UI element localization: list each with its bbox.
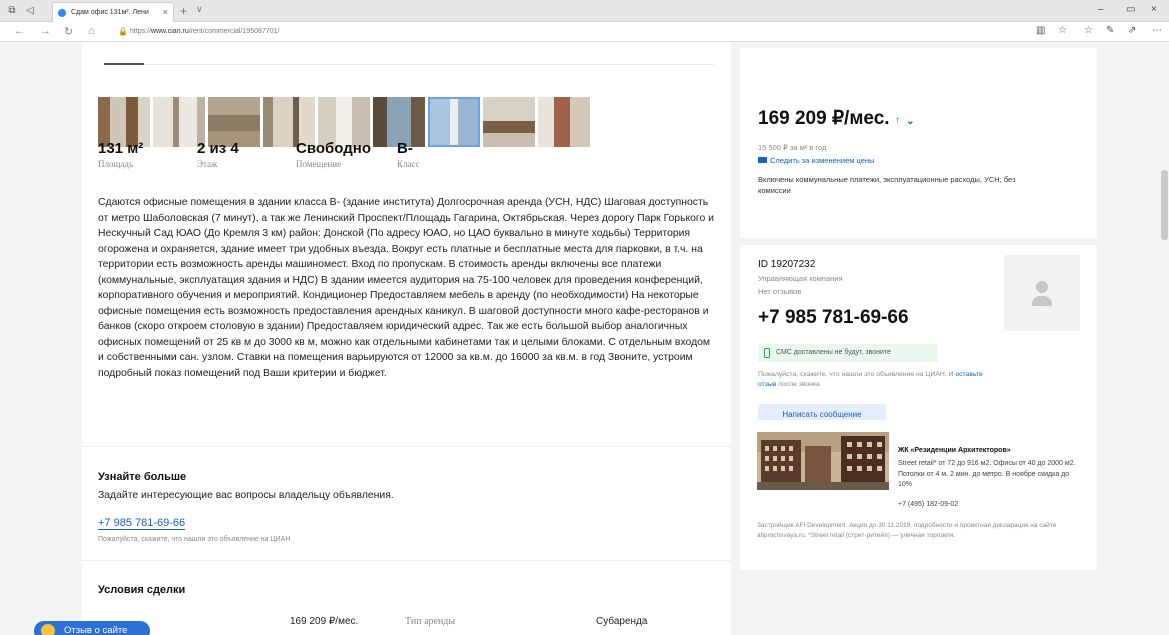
sms-notice: СМС доставлены не будут, звоните [758, 344, 938, 362]
agent-role: Управляющая компания [758, 274, 843, 283]
stat-floor-label: Этаж [197, 159, 218, 169]
refresh-icon[interactable]: ↻ [64, 25, 73, 38]
ad-building-image [757, 432, 889, 490]
home-icon[interactable]: ⌂ [88, 25, 95, 37]
new-tab-icon[interactable]: + [180, 4, 187, 18]
learn-more-phone-link[interactable]: +7 985 781-69-66 [98, 517, 186, 530]
url-field[interactable]: 🔒 https://www.cian.ru/rent/commercial/19… [118, 25, 1018, 39]
stat-premises: Свободно Помещение [296, 140, 397, 169]
agent-id: ID 19207232 [758, 259, 816, 270]
stat-area-value: 131 м² [98, 140, 144, 157]
photo-thumb-9[interactable] [538, 97, 590, 147]
more-icon[interactable]: ⋯ [1152, 25, 1162, 36]
avatar-head [1036, 281, 1048, 293]
ad-image[interactable] [757, 432, 889, 490]
price-per-m2: 15 500 ₽ за м² в год [758, 143, 827, 152]
gallery-progress-active [104, 63, 144, 65]
price-included: Включены коммунальные платежи, эксплуата… [758, 175, 1016, 195]
minimize-icon[interactable]: – [1098, 4, 1104, 15]
maximize-icon[interactable]: ▭ [1126, 4, 1135, 15]
divider [82, 560, 731, 561]
follow-price-label: Следить за изменением цены [770, 156, 875, 165]
browser-tab-bar: ⧉ ◁ Сдам офис 131м². Лени × + ∨ – ▭ × [0, 0, 1169, 22]
stat-floor: 2 из 4 Этаж [197, 140, 296, 169]
ad-text: Street retail* от 72 до 916 м2. Офисы от… [898, 460, 1076, 488]
deal-rent-type-value: Субаренда [596, 616, 648, 627]
price-up-icon: ↑ [894, 113, 901, 127]
smile-icon [41, 624, 55, 635]
listing-stats: 131 м² Площадь 2 из 4 Этаж Свободно Помещен… [98, 140, 496, 169]
deal-rent-type-label: Тип аренды [405, 616, 456, 627]
cian-favicon-icon [58, 9, 66, 17]
site-feedback-button[interactable]: Отзыв о сайте [34, 621, 150, 635]
ad-footer: Застройщик AFI Development. Акция до 30.… [757, 522, 1057, 539]
back-tabs-icon[interactable]: ◁ [24, 5, 36, 17]
feedback-label: Отзыв о сайте [64, 625, 128, 635]
learn-more-title: Узнайте больше [98, 471, 187, 483]
url-domain: www.cian.ru [151, 28, 189, 35]
forward-icon[interactable]: → [40, 25, 51, 37]
scrollbar-thumb[interactable] [1161, 170, 1168, 240]
stat-class-value: B- [397, 140, 413, 157]
address-bar: ← → ↻ ⌂ 🔒 https://www.cian.ru/rent/comme… [0, 22, 1169, 42]
tab-title: Сдам офис 131м². Лени [71, 9, 149, 16]
browser-window: { "browser": { "tab_title": "Сдам офис 1… [0, 0, 1169, 635]
favorite-star-icon[interactable]: ☆ [1058, 25, 1067, 36]
tab-actions-icon[interactable]: ⧉ [6, 5, 18, 17]
learn-more-subtitle: Задайте интересующие вас вопросы владель… [98, 490, 394, 501]
stat-floor-value: 2 из 4 [197, 140, 239, 157]
reading-view-icon[interactable]: ▥ [1036, 25, 1045, 36]
agent-reviews[interactable]: Нет отзывов [758, 287, 801, 296]
please-suffix: после звонка [776, 381, 820, 388]
avatar [1004, 255, 1080, 331]
learn-more-note: Пожалуйста, скажите, что нашли это объяв… [98, 536, 291, 543]
price-value: 169 209 ₽/мес. ↑ ⌄ [758, 107, 915, 130]
close-tab-icon[interactable]: × [163, 3, 168, 22]
follow-price-link[interactable]: Следить за изменением цены [758, 156, 874, 165]
sms-notice-text: СМС доставлены не будут, звоните [776, 349, 891, 356]
url-prefix: https:// [130, 28, 152, 35]
stat-class-label: Класс [397, 159, 420, 169]
price-history-chevron-icon[interactable]: ⌄ [906, 116, 914, 127]
stat-premises-value: Свободно [296, 140, 371, 157]
ad-phone: +7 (495) 182-09-02 [898, 501, 959, 508]
url-path: /rent/commercial/195087701/ [188, 28, 280, 35]
lock-icon: 🔒 [118, 27, 128, 36]
gallery-progress [104, 63, 714, 65]
close-window-icon[interactable]: × [1151, 4, 1157, 15]
favorites-bar-icon[interactable]: ☆ [1084, 25, 1093, 36]
phone-icon [764, 348, 770, 358]
envelope-icon [758, 157, 767, 163]
stat-area: 131 м² Площадь [98, 140, 197, 169]
stat-premises-label: Помещение [296, 159, 342, 169]
page-scrollbar[interactable] [1160, 42, 1169, 635]
deal-terms-title: Условия сделки [98, 584, 186, 596]
stat-class: B- Класс [397, 140, 496, 169]
listing-description: Сдаются офисные помещения в здании класс… [98, 197, 714, 379]
share-icon[interactable]: ⇗ [1128, 25, 1136, 36]
tab-list-chevron-icon[interactable]: ∨ [196, 4, 203, 15]
pen-icon[interactable]: ✎ [1106, 25, 1114, 36]
deal-price: 169 209 ₽/мес. [290, 616, 359, 627]
price-text: 169 209 ₽/мес. [758, 108, 890, 129]
avatar-body [1032, 296, 1052, 306]
please-prefix: Пожалуйста, скажите, что нашли это объяв… [758, 371, 956, 378]
please-note: Пожалуйста, скажите, что нашли это объяв… [758, 370, 988, 390]
divider [82, 446, 731, 447]
ad-title[interactable]: ЖК «Резиденции Архитекторов» [898, 447, 1011, 454]
back-icon[interactable]: ← [14, 25, 25, 37]
stat-area-label: Площадь [98, 159, 134, 169]
browser-tab[interactable]: Сдам офис 131м². Лени × [52, 2, 174, 22]
agent-phone[interactable]: +7 985 781-69-66 [758, 307, 909, 329]
